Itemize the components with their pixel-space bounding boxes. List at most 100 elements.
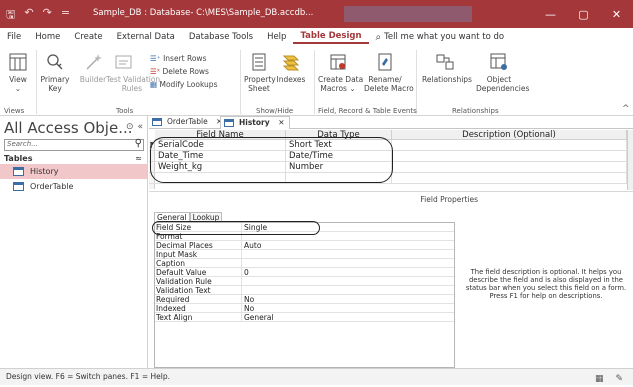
tab-help[interactable]: Help <box>260 32 293 42</box>
tab-home[interactable]: Home <box>28 32 67 42</box>
nav-menu-icon[interactable]: ⊙ <box>126 122 134 132</box>
field-name-cell[interactable]: Weight_kg <box>155 162 286 173</box>
tab-external-data[interactable]: External Data <box>110 32 182 42</box>
doc-tab-history[interactable]: History ✕ <box>220 116 290 129</box>
view-button[interactable]: View ⌄ <box>6 52 30 93</box>
close-tab-icon[interactable]: ✕ <box>278 118 284 127</box>
nav-search-input[interactable]: Search... ⚲ <box>4 138 144 151</box>
property-label: Text Align <box>156 313 242 322</box>
insert-rows-button[interactable]: ☰⁺ Insert Rows <box>150 52 217 65</box>
empty-row[interactable] <box>149 173 633 184</box>
property-row[interactable]: Validation Rule <box>155 277 454 286</box>
tell-me-icon[interactable]: ⌕ <box>369 32 385 43</box>
data-type-cell[interactable]: Short Text <box>286 140 392 151</box>
property-label: Decimal Places <box>156 241 242 250</box>
ribbon-tabs: File Home Create External Data Database … <box>0 28 633 46</box>
search-icon[interactable]: ⚲ <box>135 138 142 149</box>
group-label-tools: Tools <box>116 107 134 115</box>
nav-pane-header[interactable]: All Access Obje... <box>4 119 133 137</box>
undo-icon[interactable]: ↶ <box>24 6 33 25</box>
property-value[interactable]: No <box>244 304 254 313</box>
property-row[interactable]: Caption <box>155 259 454 268</box>
field-name-cell[interactable]: SerialCode <box>155 140 286 151</box>
separator <box>36 50 37 114</box>
indexes-button[interactable]: Indexes <box>276 52 306 84</box>
indexes-icon <box>281 52 301 72</box>
table-row[interactable]: Weight_kg Number <box>149 162 633 173</box>
property-row[interactable]: Decimal Places Auto <box>155 241 454 250</box>
property-row[interactable]: Text Align General <box>155 313 454 322</box>
property-sheet-button[interactable]: Property Sheet <box>244 52 276 93</box>
tab-database-tools[interactable]: Database Tools <box>182 32 260 42</box>
description-cell[interactable] <box>392 140 627 151</box>
description-cell[interactable] <box>392 162 627 173</box>
modify-lookups-button[interactable]: ▦ Modify Lookups <box>150 78 217 91</box>
field-name-cell[interactable] <box>155 173 286 184</box>
collapse-ribbon-icon[interactable]: ^ <box>622 104 630 114</box>
primary-key-button[interactable]: Primary Key <box>40 52 70 93</box>
table-row[interactable]: Date_Time Date/Time <box>149 151 633 162</box>
field-name-cell[interactable]: Date_Time <box>155 151 286 162</box>
separator <box>416 50 417 114</box>
table-design-grid: Field Name Data Type Description (Option… <box>149 130 633 190</box>
property-value[interactable]: 0 <box>244 268 249 277</box>
property-row[interactable]: Required No <box>155 295 454 304</box>
close-button[interactable]: ✕ <box>600 0 633 28</box>
minimize-button[interactable]: — <box>534 0 567 28</box>
create-data-macros-button[interactable]: Create Data Macros ⌄ <box>318 52 363 93</box>
group-label-views: Views <box>4 107 25 115</box>
data-type-cell[interactable]: Date/Time <box>286 151 392 162</box>
delete-rows-button[interactable]: ☰ˣ Delete Rows <box>150 65 217 78</box>
quick-access-toolbar: 🖫 ↶ ↷ = <box>6 6 70 25</box>
table-icon <box>224 119 234 127</box>
property-row[interactable]: Field Size Single <box>155 223 454 232</box>
collapse-pane-icon[interactable]: « <box>137 122 143 132</box>
redo-icon[interactable]: ↷ <box>43 6 52 25</box>
grid-scrollbar[interactable] <box>627 130 633 190</box>
nav-category-tables[interactable]: Tables ≈ <box>4 154 144 163</box>
header-description: Description (Optional) <box>392 130 627 140</box>
description-cell[interactable] <box>392 173 627 184</box>
nav-item-history[interactable]: History <box>0 164 147 179</box>
doc-tab-ordertable[interactable]: OrderTable ✕ <box>149 116 222 129</box>
builder-button[interactable]: Builder <box>78 52 108 84</box>
property-value[interactable]: No <box>244 295 254 304</box>
property-label: Required <box>156 295 242 304</box>
description-cell[interactable] <box>392 151 627 162</box>
property-row[interactable]: Validation Text <box>155 286 454 295</box>
property-label: Validation Rule <box>156 277 242 286</box>
customize-toolbar-icon[interactable]: = <box>61 6 70 25</box>
window-title: Sample_DB : Database- C:\MES\Sample_DB.a… <box>93 8 314 18</box>
table-row[interactable]: SerialCode Short Text <box>149 140 633 151</box>
insert-rows-icon: ☰⁺ <box>150 54 164 63</box>
tab-create[interactable]: Create <box>67 32 109 42</box>
property-value[interactable]: Single <box>244 223 267 232</box>
property-row[interactable]: Input Mask <box>155 250 454 259</box>
create-data-macros-icon <box>328 52 348 72</box>
test-validation-rules-button[interactable]: Test Validation Rules <box>106 52 160 93</box>
tab-lookup[interactable]: Lookup <box>189 212 223 222</box>
rename-delete-macro-button[interactable]: Rename/ Delete Macro <box>364 52 414 93</box>
tab-table-design[interactable]: Table Design <box>293 31 369 44</box>
restore-button[interactable]: ▢ <box>567 0 600 28</box>
tell-me-box[interactable]: Tell me what you want to do <box>384 32 511 42</box>
data-type-cell[interactable] <box>286 173 392 184</box>
relationships-button[interactable]: Relationships <box>422 52 472 84</box>
property-value[interactable]: General <box>244 313 274 322</box>
property-value[interactable]: Auto <box>244 241 261 250</box>
nav-item-ordertable[interactable]: OrderTable <box>0 179 147 194</box>
data-type-cell[interactable]: Number <box>286 162 392 173</box>
category-collapse-icon[interactable]: ≈ <box>135 154 142 163</box>
account-area[interactable] <box>344 6 472 22</box>
property-row[interactable]: Default Value 0 <box>155 268 454 277</box>
property-row[interactable]: Format <box>155 232 454 241</box>
field-properties-title: Field Properties <box>149 191 633 204</box>
tab-file[interactable]: File <box>0 32 28 42</box>
property-row[interactable]: Indexed No <box>155 304 454 313</box>
object-dependencies-button[interactable]: Object Dependencies <box>476 52 529 93</box>
field-help-text: The field description is optional. It he… <box>465 268 627 300</box>
group-label-events: Field, Record & Table Events <box>318 107 417 115</box>
save-icon[interactable]: 🖫 <box>6 6 15 25</box>
tab-general[interactable]: General <box>154 212 190 222</box>
relationships-icon <box>435 52 455 72</box>
